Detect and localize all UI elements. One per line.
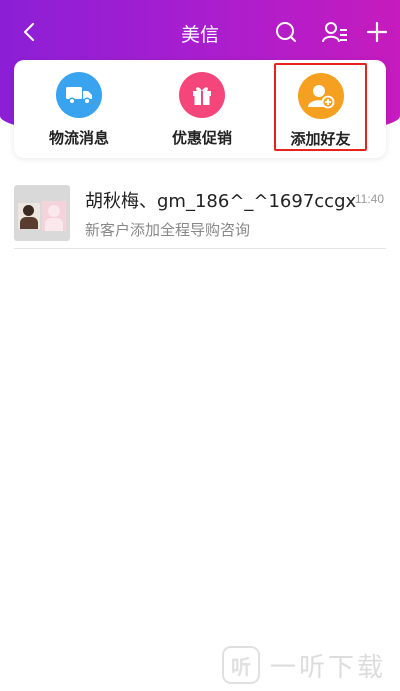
watermark: 听 一听下载 xyxy=(222,645,392,685)
plus-icon xyxy=(366,21,388,43)
watermark-text: 一听下载 xyxy=(270,652,387,683)
add-friend-label: 添加好友 xyxy=(290,130,351,148)
add-friend-button[interactable]: 添加好友 xyxy=(274,63,367,151)
logistics-messages-button[interactable]: 物流消息 xyxy=(29,70,129,150)
watermark-logo-icon: 听 xyxy=(222,646,260,684)
add-friend-icon xyxy=(307,85,334,109)
chat-preview: 新客户添加全程导购咨询 xyxy=(85,221,251,239)
contacts-icon xyxy=(322,22,347,43)
search-button[interactable] xyxy=(272,18,300,46)
chat-list-item[interactable]: 胡秋梅、gm_186^_^1697ccgx 11:40 新客户添加全程导购咨询 xyxy=(0,180,400,248)
chat-time: 11:40 xyxy=(354,192,384,206)
divider xyxy=(14,248,386,249)
truck-icon xyxy=(66,87,92,105)
quick-actions-card: 物流消息 优惠促销 添加好友 xyxy=(14,60,386,158)
avatar xyxy=(14,185,70,241)
add-button[interactable] xyxy=(363,18,391,46)
promo-icon-circle xyxy=(179,72,225,118)
logistics-label: 物流消息 xyxy=(48,129,109,147)
promotions-button[interactable]: 优惠促销 xyxy=(152,70,252,150)
gift-icon xyxy=(193,87,211,105)
messages-screen: 美信 物流消息 优惠促销 添加好友 胡秋梅、gm_186^_^1697ccgx … xyxy=(0,0,400,691)
search-icon xyxy=(276,22,296,42)
top-bar: 美信 xyxy=(0,0,400,62)
chat-name: 胡秋梅、gm_186^_^1697ccgx xyxy=(85,191,357,212)
logistics-icon-circle xyxy=(56,72,102,118)
promotions-label: 优惠促销 xyxy=(171,129,232,147)
add-friend-icon-circle xyxy=(297,73,344,119)
contacts-button[interactable] xyxy=(321,18,349,46)
